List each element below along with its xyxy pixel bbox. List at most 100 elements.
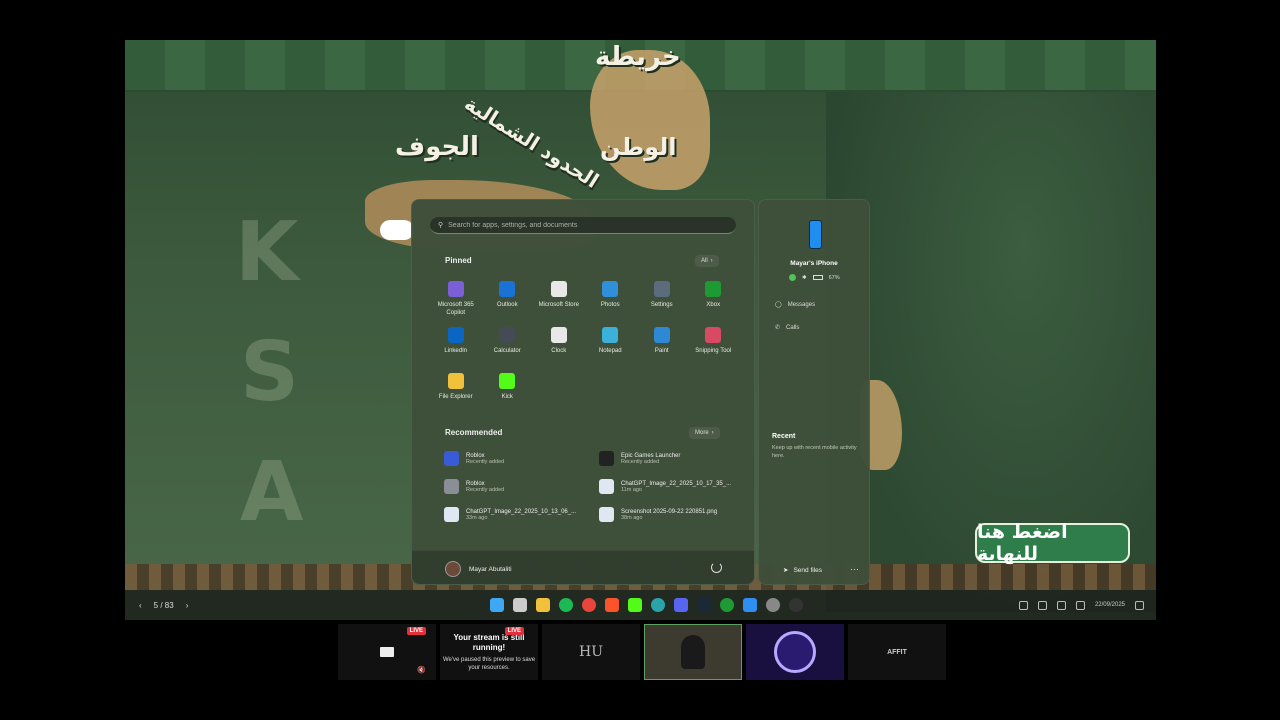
calls-label: Calls xyxy=(786,324,800,331)
phone-call-icon: ✆ xyxy=(775,325,781,331)
recommended-item[interactable]: Epic Games Launcher Recently added xyxy=(599,451,744,466)
pinned-app[interactable]: Calculator xyxy=(482,327,534,363)
camera-icon[interactable] xyxy=(1075,600,1085,610)
roblox-icon xyxy=(444,479,459,494)
recommended-item[interactable]: ChatGPT_Image_22_2025_10_13_06_... 33m ag… xyxy=(444,507,599,522)
participant-tile-portal[interactable] xyxy=(746,624,844,680)
more-options-icon[interactable]: ⋯ xyxy=(850,564,859,575)
taskbar-date[interactable]: 22/09/2025 xyxy=(1095,602,1125,608)
recommended-title: Recommended xyxy=(445,428,503,437)
gear-icon[interactable] xyxy=(766,598,780,612)
pinned-app[interactable]: Microsoft Store xyxy=(533,281,585,317)
participant-tile-hu[interactable]: HU xyxy=(542,624,640,680)
gear-icon xyxy=(653,281,670,297)
recommended-item[interactable]: Roblox Recently added xyxy=(444,451,599,466)
brave-icon[interactable] xyxy=(605,598,619,612)
go-to-end-button[interactable]: اضغط هنا للنهاية xyxy=(975,521,1130,565)
task-view-icon[interactable] xyxy=(513,598,527,612)
user-account-button[interactable]: Mayar Abutaliti xyxy=(445,561,512,577)
calculator-icon xyxy=(499,327,516,343)
pinned-app[interactable]: Settings xyxy=(636,281,688,317)
pinned-app[interactable]: Snipping Tool xyxy=(688,327,740,363)
next-slide-button[interactable]: › xyxy=(186,601,189,610)
chrome-icon[interactable] xyxy=(582,598,596,612)
recommended-item-time: 33m ago xyxy=(466,514,488,521)
phone-recent-description: Keep up with recent mobile activity here… xyxy=(772,445,857,459)
avatar xyxy=(681,635,705,669)
pinned-app[interactable]: Kick xyxy=(482,373,534,409)
paused-title: Your stream is still running! xyxy=(453,632,525,652)
send-files-label: Send files xyxy=(793,566,822,574)
pinned-app[interactable]: Outlook xyxy=(482,281,534,317)
region-northern-borders-label: الحدود الشمالية xyxy=(460,91,604,193)
recommended-item-time: 11m ago xyxy=(621,486,642,493)
more-button[interactable]: More › xyxy=(689,427,720,439)
volume-icon[interactable] xyxy=(1056,600,1066,610)
send-icon: ➤ xyxy=(783,567,789,574)
pinned-app[interactable]: File Explorer xyxy=(430,373,482,409)
xbox-icon[interactable] xyxy=(720,598,734,612)
pinned-app[interactable]: Clock xyxy=(533,327,585,363)
pinned-app-label: Paint xyxy=(654,348,669,354)
shared-screen: K S A خريطة الوطن الحدود الشمالية الجوف … xyxy=(125,40,1156,620)
epic-games-icon xyxy=(599,451,614,466)
paint-icon xyxy=(653,327,670,343)
pinned-app[interactable]: Notepad xyxy=(585,327,637,363)
paused-preview-tile[interactable]: LIVE Your stream is still running! We've… xyxy=(440,624,538,680)
pinned-app[interactable]: Xbox xyxy=(688,281,740,317)
start-search-input[interactable] xyxy=(448,221,729,229)
edge-icon[interactable] xyxy=(651,598,665,612)
taskbar: ‹ 5 / 83 › 22/09/2025 xyxy=(125,590,1156,620)
recommended-item-time: 38m ago xyxy=(621,514,643,521)
recommended-item[interactable]: ChatGPT_Image_22_2025_10_17_35_... 11m ag… xyxy=(599,479,744,494)
stream-preview-tile[interactable]: LIVE 🔇 xyxy=(338,624,436,680)
participant-tile-active[interactable] xyxy=(644,624,742,680)
power-icon[interactable] xyxy=(711,562,722,573)
start-search-box[interactable]: ⚲ xyxy=(430,217,736,234)
all-apps-button[interactable]: All › xyxy=(695,255,719,267)
participant-strip: LIVE 🔇 LIVE Your stream is still running… xyxy=(338,624,946,680)
pinned-app[interactable]: Photos xyxy=(585,281,637,317)
linkedin-icon xyxy=(447,327,464,343)
roblox-icon xyxy=(444,451,459,466)
map-title-label: خريطة xyxy=(595,42,681,72)
live-badge: LIVE xyxy=(504,627,524,635)
ksa-letter-a: A xyxy=(240,445,304,540)
avatar xyxy=(774,631,816,673)
steam-icon[interactable] xyxy=(697,598,711,612)
notification-bell-icon[interactable] xyxy=(1135,600,1144,610)
pinned-app-label: Photos xyxy=(600,302,620,308)
network-icon[interactable] xyxy=(1037,600,1047,610)
recommended-item-name: ChatGPT_Image_22_2025_10_17_35_... xyxy=(621,480,732,487)
pinned-app[interactable]: Paint xyxy=(636,327,688,363)
participant-tile-affit[interactable]: AFFIT xyxy=(848,624,946,680)
system-tray: 22/09/2025 xyxy=(1018,600,1144,610)
phone-messages-link[interactable]: ◯ Messages xyxy=(775,301,815,309)
ksa-letter-k: K xyxy=(235,205,299,300)
messenger-icon[interactable] xyxy=(743,598,757,612)
kick-icon[interactable] xyxy=(628,598,642,612)
discord-icon[interactable] xyxy=(674,598,688,612)
send-files-button[interactable]: ➤ Send files xyxy=(783,566,822,575)
windows-start-icon[interactable] xyxy=(490,598,504,612)
snipping-tool-icon xyxy=(705,327,722,343)
ksa-letter-s: S xyxy=(240,325,300,420)
recommended-item[interactable]: Roblox Recently added xyxy=(444,479,599,494)
pinned-app[interactable]: Microsoft 365 Copilot xyxy=(430,281,482,317)
phone-device-name: Mayar's iPhone xyxy=(790,260,838,267)
monogram-logo: HU xyxy=(578,644,603,660)
prev-slide-button[interactable]: ‹ xyxy=(139,601,142,610)
mute-icon: 🔇 xyxy=(417,667,426,674)
obs-icon[interactable] xyxy=(789,598,803,612)
pinned-app[interactable]: LinkedIn xyxy=(430,327,482,363)
zoom-icon[interactable] xyxy=(1018,600,1028,610)
phone-calls-link[interactable]: ✆ Calls xyxy=(775,324,800,332)
pinned-app-label: Clock xyxy=(551,348,567,354)
paused-description: We've paused this preview to save your r… xyxy=(442,656,536,671)
monitor-icon xyxy=(380,647,394,657)
recommended-item[interactable]: Screenshot 2025-09-22 220851.png 38m ago xyxy=(599,507,744,522)
file-explorer-icon[interactable] xyxy=(536,598,550,612)
spotify-icon[interactable] xyxy=(559,598,573,612)
pinned-app-label: File Explorer xyxy=(438,394,473,400)
message-icon: ◯ xyxy=(775,302,782,308)
